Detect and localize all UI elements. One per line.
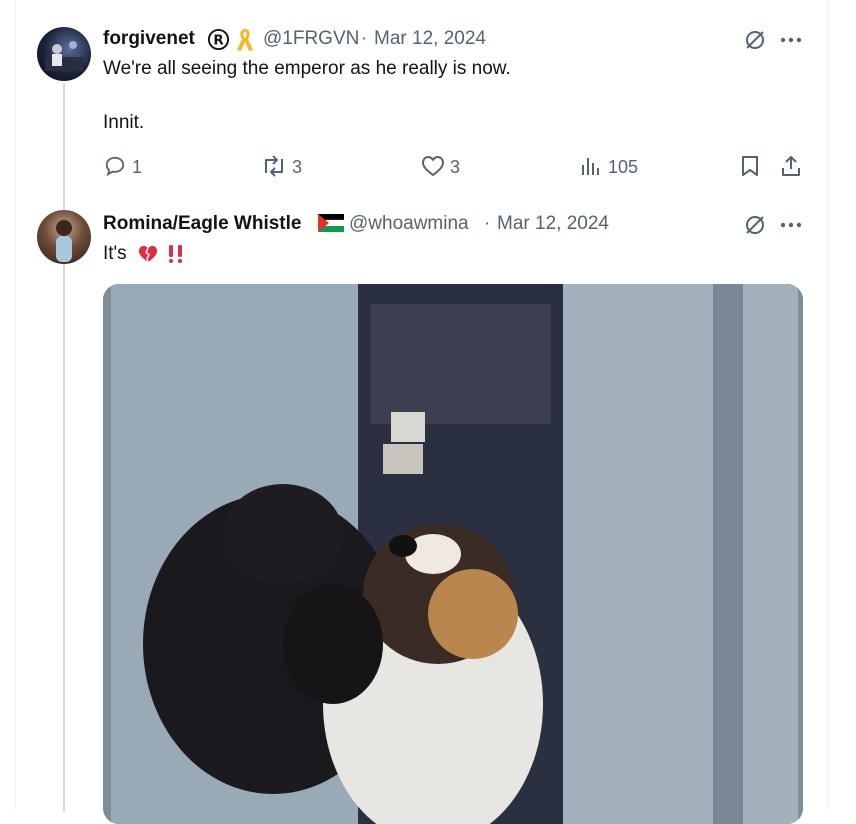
avatar[interactable] bbox=[37, 27, 91, 81]
timestamp[interactable]: Mar 12, 2024 bbox=[374, 28, 486, 50]
tweet-text-line: We're all seeing the emperor as he reall… bbox=[103, 58, 511, 79]
reply-count: 1 bbox=[132, 157, 143, 177]
separator: · bbox=[361, 28, 368, 49]
more-options-icon[interactable] bbox=[778, 215, 804, 235]
grok-icon[interactable] bbox=[742, 212, 768, 238]
reply-icon[interactable] bbox=[103, 154, 127, 178]
broken-heart-icon bbox=[136, 243, 160, 265]
yellow-ribbon-icon bbox=[234, 27, 256, 53]
separator: · bbox=[484, 213, 491, 234]
more-options-icon[interactable] bbox=[778, 30, 804, 50]
gif-media[interactable] bbox=[103, 284, 803, 824]
thread-connector-line bbox=[63, 84, 65, 811]
palestine-flag-icon bbox=[318, 214, 344, 232]
like-count: 3 bbox=[450, 157, 461, 177]
tweet-text: It's bbox=[103, 243, 127, 264]
bookmark-icon[interactable] bbox=[739, 154, 761, 178]
share-icon[interactable] bbox=[779, 153, 803, 179]
handle[interactable]: @1FRGVN bbox=[263, 28, 359, 50]
handle[interactable]: @whoawmina bbox=[349, 213, 469, 235]
avatar[interactable] bbox=[37, 210, 91, 264]
tweet-text-line: Innit. bbox=[103, 112, 145, 133]
retweet-count: 3 bbox=[292, 157, 303, 177]
views-icon[interactable] bbox=[580, 154, 602, 178]
timestamp[interactable]: Mar 12, 2024 bbox=[497, 213, 609, 235]
display-name[interactable]: forgivenet bbox=[103, 28, 195, 50]
views-count: 105 bbox=[608, 157, 639, 177]
grok-icon[interactable] bbox=[742, 27, 768, 53]
double-exclamation-icon bbox=[164, 243, 188, 265]
registered-mark-icon: R bbox=[206, 27, 230, 51]
retweet-icon[interactable] bbox=[260, 154, 288, 178]
display-name[interactable]: Romina/Eagle Whistle bbox=[103, 213, 301, 235]
svg-text:R: R bbox=[213, 33, 224, 48]
like-icon[interactable] bbox=[420, 154, 446, 178]
